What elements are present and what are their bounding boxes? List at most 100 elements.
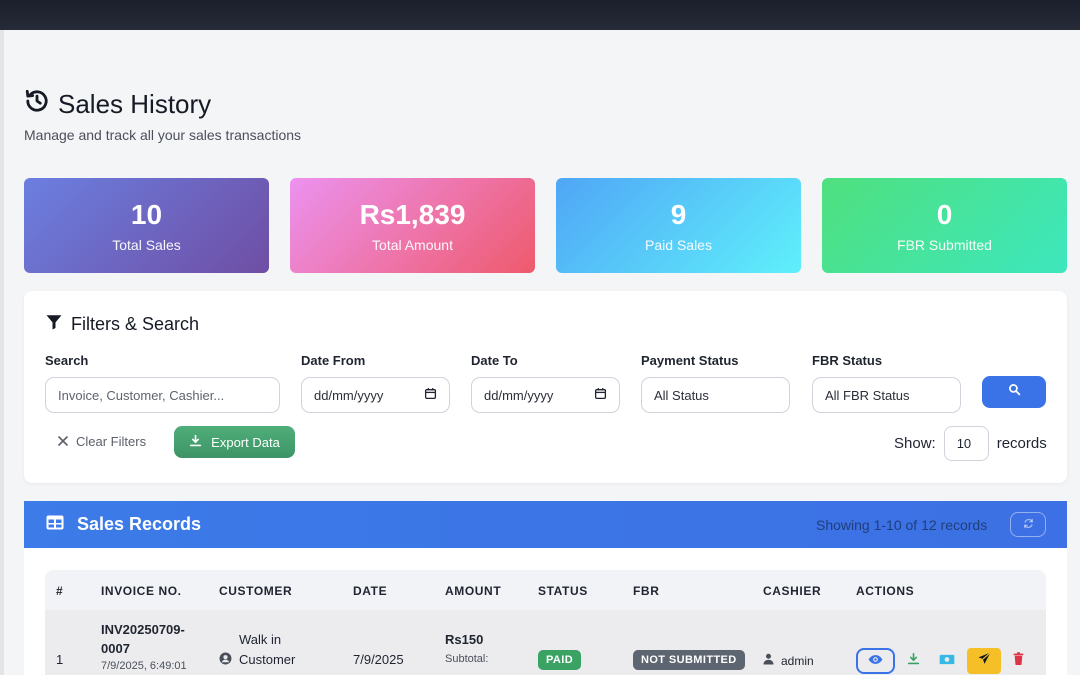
customer-name: Walk in Customer bbox=[239, 630, 295, 670]
page-header: Sales History Manage and track all your … bbox=[24, 88, 301, 143]
subtotal-label: Subtotal: bbox=[445, 653, 489, 665]
sales-table-card: # INVOICE NO. CUSTOMER DATE AMOUNT STATU… bbox=[24, 548, 1067, 675]
page-subtitle: Manage and track all your sales transact… bbox=[24, 127, 302, 143]
filters-title: Filters & Search bbox=[45, 313, 199, 336]
date-to-input[interactable]: dd/mm/yyyy bbox=[471, 377, 620, 413]
stat-card-total-amount: Rs1,839 Total Amount bbox=[290, 178, 535, 273]
stat-label: FBR Submitted bbox=[897, 236, 992, 253]
page-size-input[interactable]: 10 bbox=[943, 426, 989, 461]
stat-card-total-sales: 10 Total Sales bbox=[24, 178, 269, 273]
refresh-icon bbox=[1023, 516, 1034, 534]
table-row[interactable]: 1 INV20250709- 0007 7/9/2025, 6:49:01 Wa… bbox=[45, 610, 1046, 675]
cashier-cell: admin bbox=[763, 653, 814, 668]
column-header[interactable]: CASHIER bbox=[763, 584, 821, 598]
stat-value: 0 bbox=[936, 198, 953, 230]
money-bill-icon bbox=[939, 652, 955, 670]
column-header: # bbox=[56, 584, 64, 598]
invoice-number[interactable]: INV20250709- 0007 bbox=[101, 620, 187, 658]
date-from-value: dd/mm/yyyy bbox=[314, 387, 384, 403]
invoice-number-line: 0007 bbox=[101, 641, 130, 656]
show-label: Show: bbox=[894, 435, 936, 452]
date-cell: 7/9/2025 bbox=[353, 652, 404, 667]
customer-name-line: Walk in bbox=[239, 632, 282, 647]
table-header-row: # INVOICE NO. CUSTOMER DATE AMOUNT STATU… bbox=[45, 570, 1046, 610]
view-button[interactable] bbox=[856, 648, 895, 674]
payment-status-value: All Status bbox=[654, 387, 709, 403]
row-index: 1 bbox=[56, 652, 64, 667]
column-header[interactable]: AMOUNT bbox=[445, 584, 501, 598]
column-header[interactable]: STATUS bbox=[538, 584, 588, 598]
search-field: Search Invoice, Customer, Cashier... bbox=[45, 353, 280, 413]
clear-filters-label: Clear Filters bbox=[76, 434, 147, 449]
download-button[interactable] bbox=[901, 648, 925, 674]
stat-card-fbr-submitted: 0 FBR Submitted bbox=[822, 178, 1067, 273]
sales-records-title: Sales Records bbox=[46, 514, 201, 535]
window-top-bar bbox=[0, 0, 1080, 30]
payment-button[interactable] bbox=[934, 648, 960, 674]
stat-value: 9 bbox=[670, 198, 687, 230]
amount-value: Rs150 bbox=[445, 632, 484, 647]
stat-label: Total Amount bbox=[372, 236, 453, 253]
records-count-text: Showing 1-10 of 12 records bbox=[816, 516, 988, 533]
paper-plane-icon bbox=[978, 652, 991, 670]
user-circle-icon bbox=[219, 652, 232, 668]
records-label: records bbox=[996, 435, 1047, 452]
fbr-status-select[interactable]: All FBR Status bbox=[812, 377, 961, 413]
stat-value: 10 bbox=[130, 198, 163, 230]
search-input[interactable]: Invoice, Customer, Cashier... bbox=[45, 377, 280, 413]
search-button[interactable] bbox=[982, 376, 1046, 408]
date-from-input[interactable]: dd/mm/yyyy bbox=[301, 377, 450, 413]
user-icon bbox=[763, 653, 774, 668]
page-size-value: 10 bbox=[956, 436, 972, 451]
search-placeholder: Invoice, Customer, Cashier... bbox=[58, 387, 225, 403]
close-icon bbox=[58, 434, 68, 449]
fbr-status-value: All FBR Status bbox=[825, 387, 910, 403]
column-header[interactable]: DATE bbox=[353, 584, 387, 598]
filters-card: Filters & Search Search Invoice, Custome… bbox=[24, 291, 1067, 483]
download-icon bbox=[907, 652, 920, 670]
sales-records-title-text: Sales Records bbox=[77, 514, 202, 534]
stat-value: Rs1,839 bbox=[359, 198, 466, 230]
cashier-name: admin bbox=[781, 653, 814, 668]
payment-status-label: Payment Status bbox=[641, 353, 739, 368]
column-header[interactable]: FBR bbox=[633, 584, 659, 598]
sales-records-header: Sales Records Showing 1-10 of 12 records bbox=[24, 501, 1067, 548]
column-header[interactable]: INVOICE NO. bbox=[101, 584, 182, 598]
stat-card-paid-sales: 9 Paid Sales bbox=[556, 178, 801, 273]
calendar-icon[interactable] bbox=[424, 387, 437, 403]
window-left-edge bbox=[0, 30, 4, 675]
stat-label: Total Sales bbox=[112, 236, 181, 253]
status-badge: PAID bbox=[538, 650, 582, 670]
table-icon bbox=[46, 514, 64, 535]
search-icon bbox=[1008, 383, 1021, 401]
filter-icon bbox=[45, 313, 63, 336]
export-data-label: Export Data bbox=[211, 434, 280, 450]
customer-cell: Walk in Customer bbox=[219, 630, 295, 670]
column-header[interactable]: CUSTOMER bbox=[219, 584, 292, 598]
payment-status-field: Payment Status All Status bbox=[641, 353, 790, 413]
customer-name-line: Customer bbox=[239, 652, 296, 667]
send-to-fbr-button[interactable] bbox=[967, 648, 1001, 674]
search-label: Search bbox=[45, 353, 89, 368]
export-data-button[interactable]: Export Data bbox=[174, 426, 295, 458]
page-title-text: Sales History bbox=[58, 89, 212, 119]
trash-icon bbox=[1013, 652, 1024, 670]
amount-cell: Rs150 Subtotal: bbox=[445, 632, 488, 665]
fbr-status-field: FBR Status All FBR Status bbox=[812, 353, 961, 413]
payment-status-select[interactable]: All Status bbox=[641, 377, 790, 413]
delete-button[interactable] bbox=[1007, 648, 1029, 674]
clear-filters-button[interactable]: Clear Filters bbox=[58, 434, 146, 449]
stat-label: Paid Sales bbox=[645, 236, 712, 253]
date-to-value: dd/mm/yyyy bbox=[484, 387, 554, 403]
invoice-cell[interactable]: INV20250709- 0007 7/9/2025, 6:49:01 bbox=[101, 620, 187, 672]
download-icon bbox=[189, 434, 202, 450]
refresh-button[interactable] bbox=[1010, 512, 1046, 537]
date-from-label: Date From bbox=[301, 353, 366, 368]
eye-icon bbox=[868, 652, 883, 670]
date-to-field: Date To dd/mm/yyyy bbox=[471, 353, 620, 413]
page-title: Sales History bbox=[24, 88, 301, 121]
calendar-icon[interactable] bbox=[594, 387, 607, 403]
invoice-number-line: INV20250709- bbox=[101, 622, 185, 637]
fbr-status-badge: NOT SUBMITTED bbox=[633, 650, 745, 670]
page-size-control: Show: 10 records bbox=[894, 426, 1047, 461]
